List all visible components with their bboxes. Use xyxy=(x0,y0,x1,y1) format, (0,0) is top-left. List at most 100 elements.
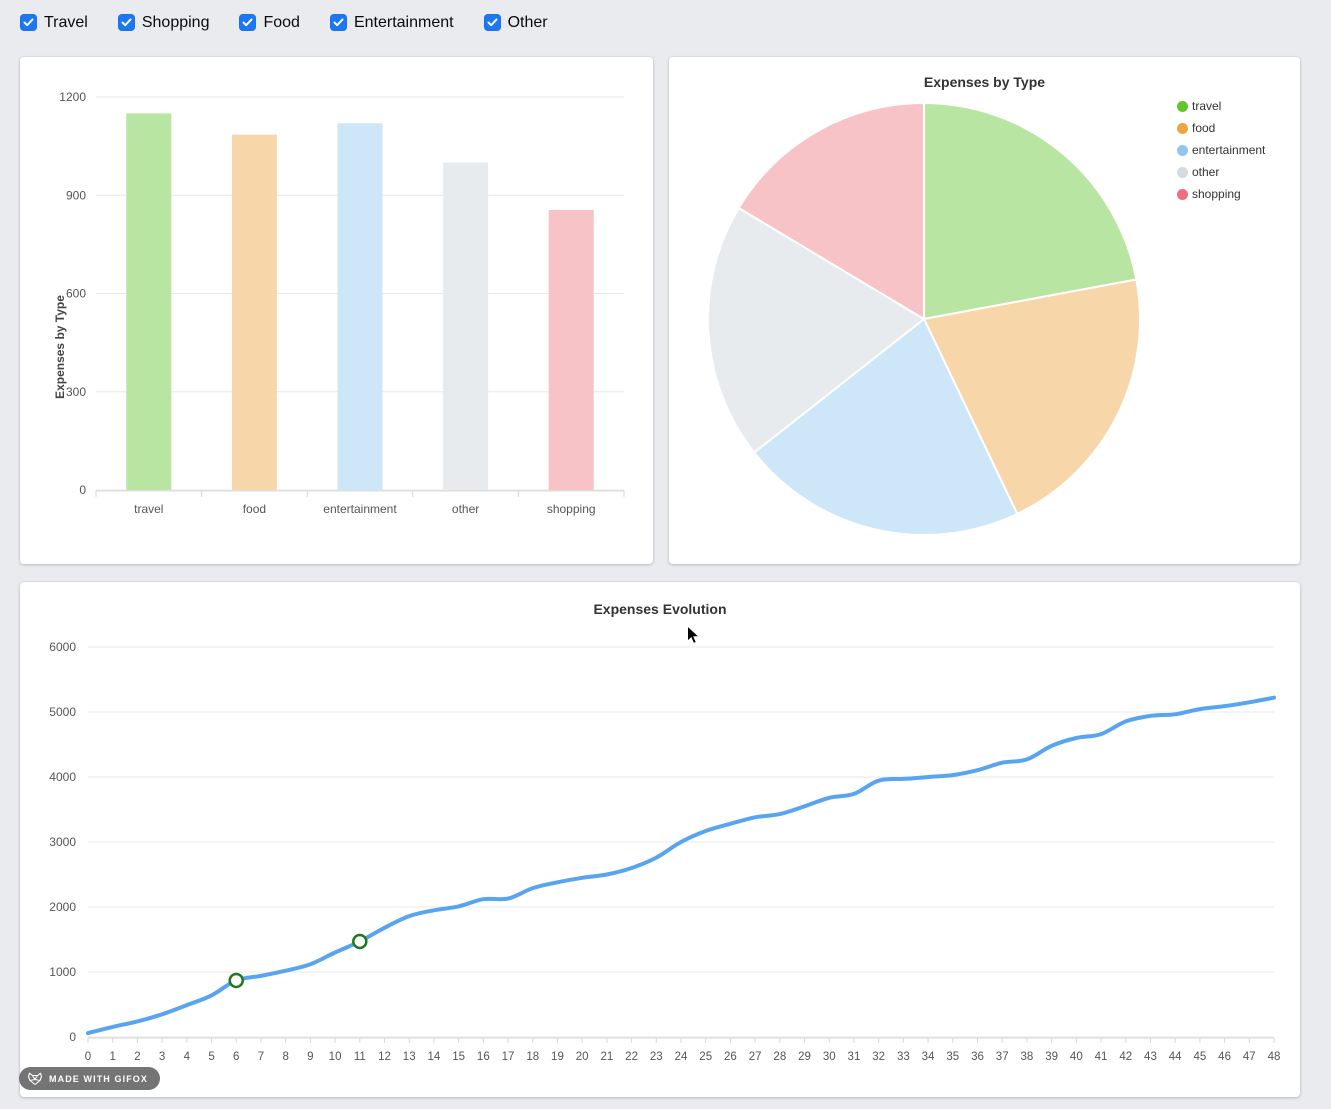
filter-other[interactable]: Other xyxy=(484,14,548,31)
tick-label: 13 xyxy=(403,1051,416,1063)
tick-label: 10 xyxy=(329,1051,342,1063)
expenses-line[interactable] xyxy=(88,698,1274,1033)
tick-label: 30 xyxy=(823,1051,836,1063)
tick-label: 18 xyxy=(526,1051,539,1063)
tick-label: 44 xyxy=(1169,1051,1182,1063)
checkbox-checked-icon[interactable] xyxy=(20,14,37,31)
tick-label: 1 xyxy=(110,1051,116,1063)
checkbox-checked-icon[interactable] xyxy=(484,14,501,31)
tick-label: 41 xyxy=(1095,1051,1108,1063)
legend-item-food[interactable]: food xyxy=(1177,117,1265,139)
tick-label: 46 xyxy=(1218,1051,1231,1063)
tick-label: 19 xyxy=(551,1051,564,1063)
checkbox-checked-icon[interactable] xyxy=(118,14,135,31)
tick-label: 25 xyxy=(699,1051,712,1063)
checkbox-checked-icon[interactable] xyxy=(330,14,347,31)
legend-item-other[interactable]: other xyxy=(1177,161,1265,183)
highlighted-point[interactable] xyxy=(230,974,243,987)
pie-chart-card: travel food entertainment other shopping xyxy=(669,57,1300,564)
legend-item-entertainment[interactable]: entertainment xyxy=(1177,139,1265,161)
legend-label: other xyxy=(1192,165,1219,179)
filter-label: Other xyxy=(508,14,548,31)
bar-entertainment[interactable] xyxy=(338,123,383,490)
tick-label: 900 xyxy=(66,188,86,202)
bar-other[interactable] xyxy=(443,163,488,491)
tick-label: 11 xyxy=(354,1051,366,1063)
tick-label: 37 xyxy=(996,1051,1009,1063)
line-chart-title: Expenses Evolution xyxy=(20,601,1300,617)
tick-label: entertainment xyxy=(323,502,397,516)
tick-label: 36 xyxy=(971,1051,984,1063)
tick-label: 27 xyxy=(749,1051,762,1063)
tick-label: 32 xyxy=(872,1051,885,1063)
filter-label: Shopping xyxy=(142,14,210,31)
tick-label: 0 xyxy=(69,1030,76,1044)
filter-travel[interactable]: Travel xyxy=(20,14,88,31)
tick-label: 2 xyxy=(134,1051,140,1063)
pie-chart-title: Expenses by Type xyxy=(669,74,1300,90)
tick-label: 33 xyxy=(897,1051,910,1063)
tick-label: 22 xyxy=(625,1051,638,1063)
tick-label: 5000 xyxy=(49,705,76,719)
tick-label: 26 xyxy=(724,1051,737,1063)
tick-label: 7 xyxy=(258,1051,264,1063)
filter-label: Food xyxy=(263,14,299,31)
tick-label: 6000 xyxy=(49,640,76,654)
filter-label: Entertainment xyxy=(354,14,454,31)
checkbox-checked-icon[interactable] xyxy=(239,14,256,31)
legend-swatch xyxy=(1177,189,1188,200)
highlighted-point[interactable] xyxy=(353,935,366,948)
line-chart-card: 0100020003000400050006000012345678910111… xyxy=(20,582,1300,1097)
tick-label: 2000 xyxy=(49,900,76,914)
bar-food[interactable] xyxy=(232,135,277,490)
tick-label: 38 xyxy=(1021,1051,1034,1063)
tick-label: 1200 xyxy=(59,90,86,104)
legend-swatch xyxy=(1177,145,1188,156)
fox-icon xyxy=(27,1072,43,1086)
legend-item-shopping[interactable]: shopping xyxy=(1177,183,1265,205)
tick-label: 8 xyxy=(282,1051,288,1063)
tick-label: 14 xyxy=(428,1051,441,1063)
legend-label: food xyxy=(1192,121,1215,135)
tick-label: 40 xyxy=(1070,1051,1083,1063)
legend-label: travel xyxy=(1192,99,1221,113)
tick-label: 23 xyxy=(650,1051,663,1063)
tick-label: 4000 xyxy=(49,770,76,784)
tick-label: 28 xyxy=(773,1051,786,1063)
tick-label: 3 xyxy=(159,1051,165,1063)
bar-shopping[interactable] xyxy=(549,210,594,490)
legend-label: entertainment xyxy=(1192,143,1265,157)
bar-chart-card: Expenses by Type 03006009001200travelfoo… xyxy=(20,57,653,564)
tick-label: 34 xyxy=(922,1051,935,1063)
filter-shopping[interactable]: Shopping xyxy=(118,14,210,31)
filter-food[interactable]: Food xyxy=(239,14,299,31)
tick-label: 39 xyxy=(1045,1051,1058,1063)
pie-chart-legend: travel food entertainment other shopping xyxy=(1177,95,1265,205)
filter-bar: Travel Shopping Food Entertainment Other xyxy=(20,14,548,31)
tick-label: travel xyxy=(134,502,163,516)
tick-label: 15 xyxy=(452,1051,465,1063)
filter-entertainment[interactable]: Entertainment xyxy=(330,14,454,31)
tick-label: 17 xyxy=(502,1051,515,1063)
tick-label: shopping xyxy=(547,502,596,516)
dashboard: Travel Shopping Food Entertainment Other… xyxy=(0,0,1331,1109)
legend-label: shopping xyxy=(1192,187,1241,201)
tick-label: 42 xyxy=(1119,1051,1132,1063)
tick-label: 6 xyxy=(233,1051,239,1063)
legend-swatch xyxy=(1177,123,1188,134)
tick-label: 48 xyxy=(1268,1051,1281,1063)
bar-travel[interactable] xyxy=(126,113,171,490)
tick-label: 0 xyxy=(79,483,86,497)
made-with-gifox-badge[interactable]: MADE WITH GIFOX xyxy=(19,1067,160,1090)
tick-label: 0 xyxy=(85,1051,91,1063)
legend-swatch xyxy=(1177,101,1188,112)
tick-label: 24 xyxy=(675,1051,688,1063)
tick-label: food xyxy=(243,502,266,516)
legend-item-travel[interactable]: travel xyxy=(1177,95,1265,117)
tick-label: 43 xyxy=(1144,1051,1157,1063)
legend-swatch xyxy=(1177,167,1188,178)
tick-label: 16 xyxy=(477,1051,490,1063)
tick-label: 20 xyxy=(576,1051,589,1063)
badge-text: MADE WITH GIFOX xyxy=(49,1074,148,1084)
tick-label: 9 xyxy=(307,1051,313,1063)
